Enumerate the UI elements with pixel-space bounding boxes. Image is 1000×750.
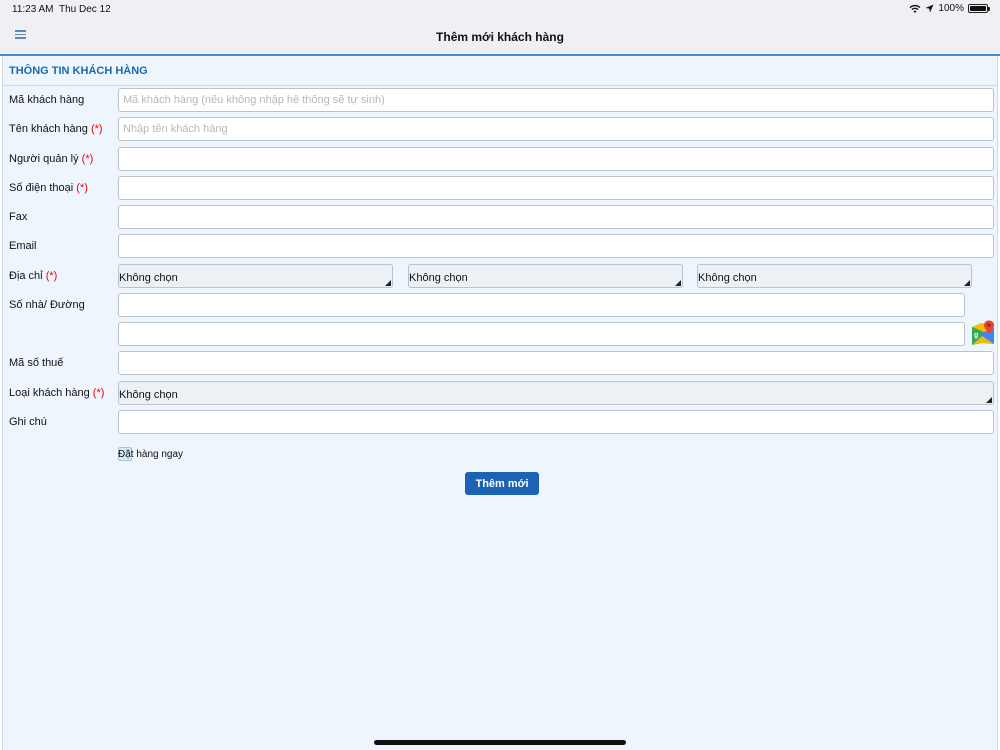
- order-now-checkbox-row[interactable]: Đặt hàng ngay: [118, 446, 183, 462]
- tax-code-input[interactable]: [118, 351, 994, 375]
- svg-text:g: g: [974, 332, 978, 339]
- battery-percent: 100%: [938, 3, 964, 14]
- required-marker: (*): [45, 270, 58, 282]
- street-label: Số nhà/ Đường: [9, 299, 85, 311]
- required-marker: (*): [76, 182, 88, 194]
- status-time: 11:23 AM: [12, 4, 54, 15]
- street-input-secondary[interactable]: [118, 322, 965, 346]
- note-input[interactable]: [118, 410, 994, 434]
- phone-label: Số điện thoại (*): [9, 182, 88, 194]
- customer-code-label: Mã khách hàng: [9, 94, 85, 106]
- email-label: Email: [9, 240, 37, 252]
- add-new-button[interactable]: Thêm mới: [465, 472, 539, 495]
- email-input[interactable]: [118, 234, 994, 258]
- nav-bar: Thêm mới khách hàng: [0, 18, 1000, 56]
- status-bar: 11:23 AM Thu Dec 12 100%: [0, 0, 1000, 18]
- location-arrow-icon: [925, 4, 934, 13]
- fax-label: Fax: [9, 211, 28, 223]
- status-indicators: 100%: [909, 3, 990, 14]
- note-label: Ghi chú: [9, 416, 47, 428]
- required-marker: (*): [90, 123, 103, 135]
- tax-code-label: Mã số thuế: [9, 357, 64, 369]
- street-input[interactable]: [118, 293, 965, 317]
- manager-label: Người quản lý (*): [9, 153, 94, 165]
- customer-code-input[interactable]: [118, 88, 994, 112]
- customer-type-select[interactable]: Không chọn: [118, 381, 994, 405]
- customer-name-input[interactable]: [118, 117, 994, 141]
- google-maps-icon[interactable]: g: [970, 320, 996, 346]
- dropdown-arrow-icon: [675, 280, 681, 286]
- customer-type-label: Loại khách hàng (*): [9, 387, 105, 399]
- address-label: Địa chỉ (*): [9, 270, 58, 282]
- fax-input[interactable]: [118, 205, 994, 229]
- dropdown-arrow-icon: [986, 397, 992, 403]
- battery-icon: [968, 4, 990, 13]
- home-indicator: [374, 740, 626, 745]
- section-title: THÔNG TIN KHÁCH HÀNG: [3, 56, 997, 86]
- order-now-label: Đặt hàng ngay: [118, 448, 184, 460]
- dropdown-arrow-icon: [964, 280, 970, 286]
- status-date: Thu Dec 12: [59, 4, 111, 15]
- district-select[interactable]: Không chọn: [408, 264, 683, 288]
- customer-name-label: Tên khách hàng (*): [9, 123, 103, 135]
- ward-select[interactable]: Không chọn: [697, 264, 972, 288]
- required-marker: (*): [81, 153, 94, 165]
- phone-input[interactable]: [118, 176, 994, 200]
- page-title: Thêm mới khách hàng: [436, 30, 564, 44]
- province-select[interactable]: Không chọn: [118, 264, 393, 288]
- dropdown-arrow-icon: [385, 280, 391, 286]
- wifi-icon: [909, 4, 921, 13]
- form-container: THÔNG TIN KHÁCH HÀNG Mã khách hàng Tên k…: [2, 56, 998, 750]
- manager-input[interactable]: [118, 147, 994, 171]
- required-marker: (*): [92, 387, 105, 399]
